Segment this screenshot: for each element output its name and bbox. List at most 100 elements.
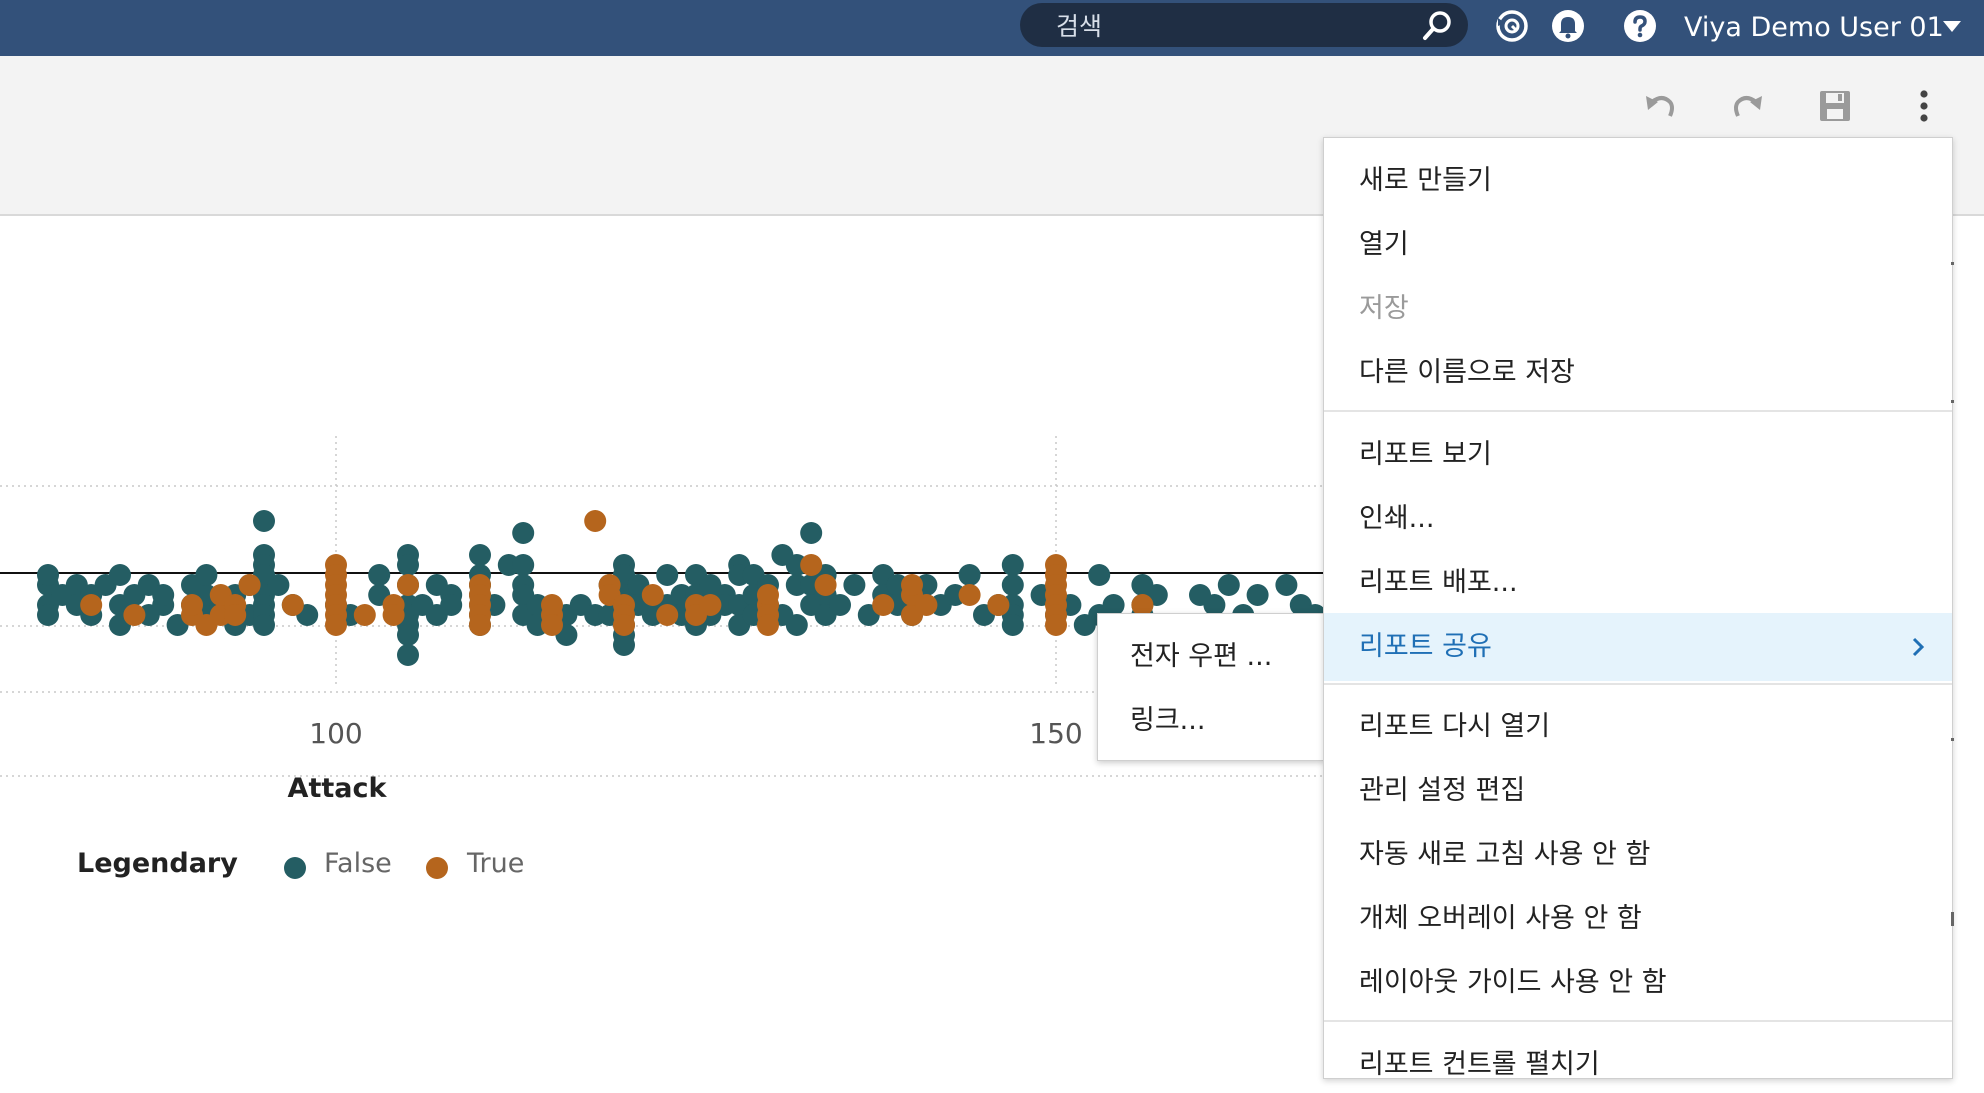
data-point-true — [699, 594, 722, 616]
data-point-true — [641, 584, 664, 606]
menu-item-distribute-report[interactable]: 리포트 배포... — [1324, 555, 1952, 611]
menu-item-label: 인쇄... — [1359, 503, 1435, 534]
menu-item-email[interactable]: 전자 우편 ... — [1098, 629, 1324, 685]
legend-title: Legendary — [77, 848, 238, 879]
menu-item-label: 리포트 보기 — [1359, 439, 1492, 470]
user-menu-button[interactable]: Viya Demo User 01 — [1684, 8, 1944, 48]
x-axis-title: Attack — [287, 773, 387, 804]
menu-item-reopen-report[interactable]: 리포트 다시 열기 — [1324, 699, 1952, 755]
menu-item-expand-report-controls[interactable]: 리포트 컨트롤 펼치기 — [1324, 1037, 1952, 1093]
menu-separator — [1324, 1020, 1952, 1022]
legend-marker-false — [284, 857, 306, 879]
data-point-true — [80, 594, 103, 616]
data-point-true — [353, 604, 376, 626]
x-tick-label: 150 — [1029, 717, 1082, 750]
data-point-true — [397, 574, 419, 596]
data-point-false — [958, 564, 981, 586]
search-box[interactable] — [1020, 3, 1468, 47]
menu-item-edit-admin-settings[interactable]: 관리 설정 편집 — [1324, 763, 1952, 819]
data-point-false — [37, 564, 59, 586]
data-point-false — [440, 594, 463, 616]
data-point-true — [987, 594, 1010, 616]
menu-item-label: 관리 설정 편집 — [1359, 775, 1526, 806]
menu-item-label: 다른 이름으로 저장 — [1359, 357, 1575, 388]
menu-item-label: 자동 새로 고침 사용 안 함 — [1359, 839, 1651, 870]
data-point-true — [814, 574, 837, 596]
data-point-true — [541, 614, 563, 636]
menu-item-link[interactable]: 링크... — [1098, 693, 1324, 749]
data-point-false — [397, 644, 419, 666]
menu-item-label: 저장 — [1359, 293, 1409, 324]
search-icon[interactable] — [1422, 9, 1454, 41]
panel-edge-mark — [1951, 738, 1954, 741]
data-point-false — [368, 564, 391, 586]
menu-item-new[interactable]: 새로 만들기 — [1324, 153, 1952, 209]
panel-edge-mark — [1951, 912, 1954, 926]
menu-item-label: 전자 우편 ... — [1130, 641, 1273, 672]
data-point-true — [757, 614, 779, 636]
menu-item-label: 새로 만들기 — [1359, 165, 1492, 196]
data-point-true — [238, 574, 261, 596]
menu-item-share-report[interactable]: 리포트 공유 — [1324, 613, 1952, 681]
data-point-false — [253, 614, 275, 636]
menu-item-print[interactable]: 인쇄... — [1324, 491, 1952, 547]
data-point-true — [915, 594, 938, 616]
data-point-true — [123, 604, 146, 626]
more-options-icon[interactable] — [1904, 86, 1944, 126]
data-point-false — [1246, 584, 1269, 606]
user-name: Viya Demo User 01 — [1684, 12, 1944, 43]
menu-item-label: 리포트 다시 열기 — [1359, 711, 1551, 742]
panel-edge-mark — [1951, 400, 1954, 403]
data-point-true — [1045, 614, 1067, 636]
undo-icon[interactable] — [1640, 86, 1680, 126]
notifications-icon[interactable] — [1550, 8, 1586, 44]
data-point-false — [829, 594, 851, 616]
x-tick-label: 100 — [309, 717, 362, 750]
menu-item-open[interactable]: 열기 — [1324, 217, 1952, 273]
data-point-true — [901, 574, 923, 596]
menu-item-label: 링크... — [1130, 705, 1206, 736]
data-point-true — [613, 614, 635, 636]
menu-item-save-as[interactable]: 다른 이름으로 저장 — [1324, 345, 1952, 401]
search-input[interactable] — [1054, 9, 1418, 43]
data-point-true — [757, 584, 779, 606]
recent-history-icon[interactable] — [1494, 8, 1530, 44]
save-icon[interactable] — [1815, 86, 1855, 126]
data-point-true — [958, 584, 981, 606]
menu-item-disable-object-overlay[interactable]: 개체 오버레이 사용 안 함 — [1324, 891, 1952, 947]
legend-marker-true — [426, 857, 448, 879]
data-point-true — [800, 554, 823, 576]
top-app-bar: Viya Demo User 01 — [0, 0, 1984, 56]
data-point-true — [224, 604, 247, 626]
data-point-false — [109, 564, 131, 586]
share-submenu: 전자 우편 ... 링크... — [1097, 613, 1325, 761]
menu-item-label: 리포트 배포... — [1359, 567, 1518, 598]
chevron-down-icon[interactable] — [1940, 14, 1964, 38]
menu-item-view-report[interactable]: 리포트 보기 — [1324, 427, 1952, 483]
help-icon[interactable] — [1622, 8, 1658, 44]
data-point-true — [656, 604, 679, 626]
data-point-false — [397, 624, 419, 646]
data-point-false — [37, 604, 59, 626]
menu-item-disable-auto-refresh[interactable]: 자동 새로 고침 사용 안 함 — [1324, 827, 1952, 883]
data-point-true — [382, 604, 405, 626]
data-point-false — [152, 584, 175, 606]
data-point-false — [1001, 554, 1024, 576]
menu-item-label: 열기 — [1359, 229, 1409, 260]
menu-item-save: 저장 — [1324, 281, 1952, 337]
data-point-true — [325, 614, 347, 636]
menu-item-disable-layout-guides[interactable]: 레이아웃 가이드 사용 안 함 — [1324, 955, 1952, 1011]
data-point-false — [843, 574, 866, 596]
data-point-true — [584, 510, 607, 532]
data-point-false — [397, 554, 419, 576]
data-point-true — [281, 594, 304, 616]
redo-icon[interactable] — [1728, 86, 1768, 126]
menu-item-label: 리포트 컨트롤 펼치기 — [1359, 1049, 1600, 1080]
legend-label-true: True — [467, 848, 525, 879]
data-point-false — [1001, 574, 1024, 596]
data-point-false — [469, 544, 491, 566]
data-point-true — [872, 594, 895, 616]
data-point-true — [181, 594, 203, 616]
menu-item-label: 개체 오버레이 사용 안 함 — [1359, 903, 1642, 934]
data-point-true — [541, 594, 563, 616]
